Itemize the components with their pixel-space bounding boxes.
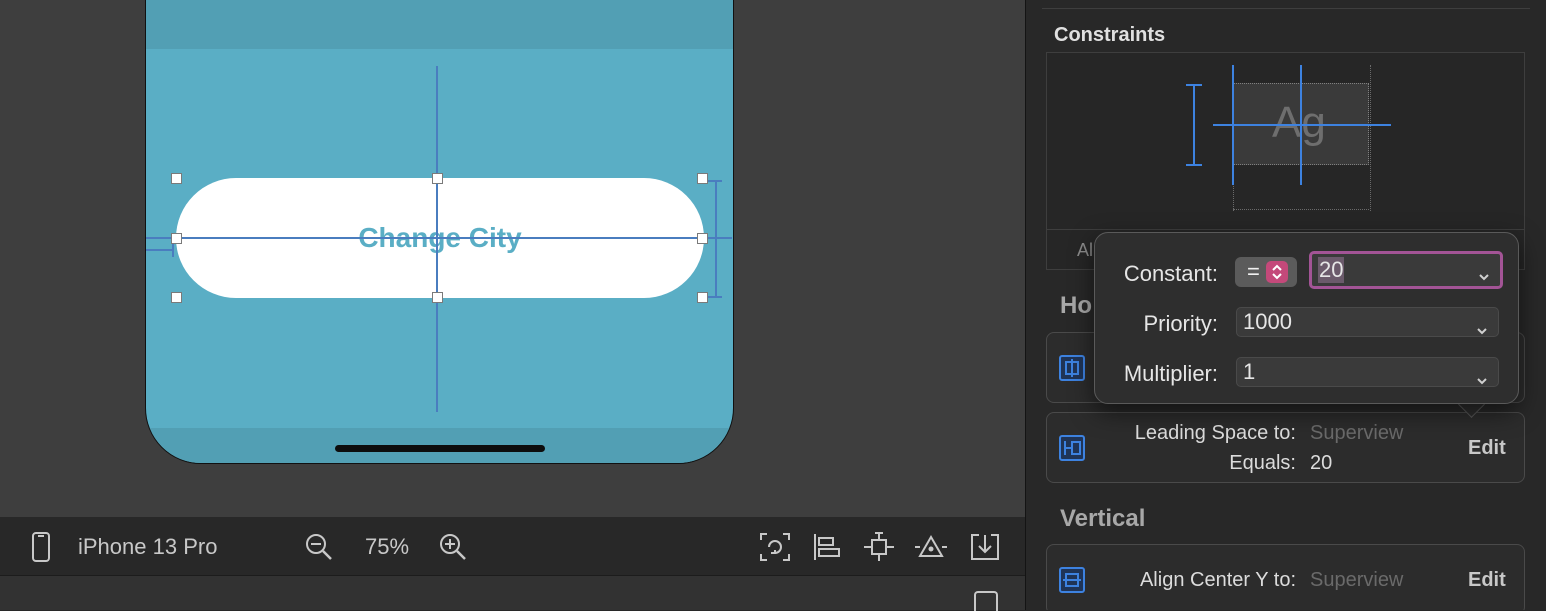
constraint-row-center-y[interactable]: Align Center Y to: Superview Edit (1046, 544, 1525, 610)
align-center-y-target: Superview (1310, 569, 1404, 591)
resize-handle-bottom[interactable] (432, 292, 443, 303)
debug-bar (0, 575, 1025, 611)
preview-glyph: Ag (1272, 98, 1326, 147)
device-name[interactable]: iPhone 13 Pro (78, 534, 217, 560)
diagram-height-guide (1193, 85, 1195, 165)
constraint-edit-popover: Constant: = 20 Priority: 1000 Multiplier… (1094, 232, 1519, 404)
separator (1042, 8, 1530, 9)
edit-center-y-button[interactable]: Edit (1468, 569, 1506, 592)
chevron-down-icon[interactable] (1476, 316, 1488, 342)
device-icon[interactable] (24, 531, 58, 563)
panel-toggle-icon[interactable] (974, 591, 998, 611)
relation-select[interactable]: = (1235, 257, 1297, 287)
resize-handle-top-left[interactable] (171, 173, 182, 184)
constraint-row-leading[interactable]: Leading Space to: Superview Equals: 20 E… (1046, 412, 1525, 483)
top-bar-region (146, 0, 733, 49)
constant-value: 20 (1318, 257, 1345, 283)
relation-value: = (1247, 259, 1260, 284)
diagram-center-y-guide (1213, 124, 1391, 126)
chevron-down-icon[interactable] (1476, 366, 1488, 392)
center-y-constraint-icon (1059, 567, 1085, 593)
height-guide-cap-bottom (708, 296, 722, 298)
resize-handle-bottom-left[interactable] (171, 292, 182, 303)
resize-handle-top-right[interactable] (697, 173, 708, 184)
vertical-title: Vertical (1060, 505, 1146, 532)
constant-field[interactable]: 20 (1309, 251, 1503, 289)
priority-value: 1000 (1243, 309, 1292, 334)
priority-field[interactable]: 1000 (1236, 307, 1499, 337)
multiplier-label: Multiplier: (1123, 361, 1218, 386)
align-icon[interactable] (810, 531, 844, 563)
home-indicator (335, 445, 545, 452)
leading-space-target: Superview (1310, 422, 1404, 444)
storyboard-canvas[interactable]: Change City (0, 0, 1025, 517)
height-guide (715, 181, 717, 297)
embed-in-icon[interactable] (968, 531, 1002, 563)
resize-handle-bottom-right[interactable] (697, 292, 708, 303)
multiplier-field[interactable]: 1 (1236, 357, 1499, 387)
multiplier-value: 1 (1243, 359, 1256, 384)
leading-constraint-icon (1059, 435, 1085, 461)
resize-handle-right[interactable] (697, 233, 708, 244)
equals-label: Equals: (1229, 452, 1296, 474)
constraints-title: Constraints (1054, 24, 1166, 46)
leading-guide (146, 249, 174, 251)
resize-handle-left[interactable] (171, 233, 182, 244)
center-constraint-icon (1059, 355, 1085, 381)
zoom-level: 75% (365, 534, 410, 559)
resize-handle-top[interactable] (432, 173, 443, 184)
diagram-height-cap-top (1186, 84, 1202, 86)
resolve-issues-icon[interactable] (914, 531, 948, 563)
stepper-icon (1265, 261, 1288, 283)
equals-value: 20 (1310, 452, 1333, 474)
center-x-guide (436, 66, 438, 412)
align-center-y-label: Align Center Y to: (1139, 569, 1296, 591)
center-y-guide (146, 237, 732, 239)
zoom-in-icon[interactable] (436, 531, 470, 563)
align-label: Al (1077, 240, 1094, 260)
height-guide-cap-top (708, 180, 722, 182)
edit-leading-button[interactable]: Edit (1468, 437, 1506, 460)
update-frames-icon[interactable] (758, 531, 792, 563)
diagram-height-cap-bottom (1186, 164, 1202, 166)
chevron-down-icon[interactable] (1478, 262, 1490, 288)
diagram-dotline-bottom (1233, 209, 1369, 210)
leading-space-label: Leading Space to: (1134, 422, 1296, 444)
device-toolbar: iPhone 13 Pro 75% (0, 517, 1025, 575)
priority-label: Priority: (1143, 311, 1218, 336)
add-constraints-icon[interactable] (862, 531, 896, 563)
zoom-out-icon[interactable] (302, 531, 336, 563)
constant-label: Constant: (1123, 261, 1218, 286)
